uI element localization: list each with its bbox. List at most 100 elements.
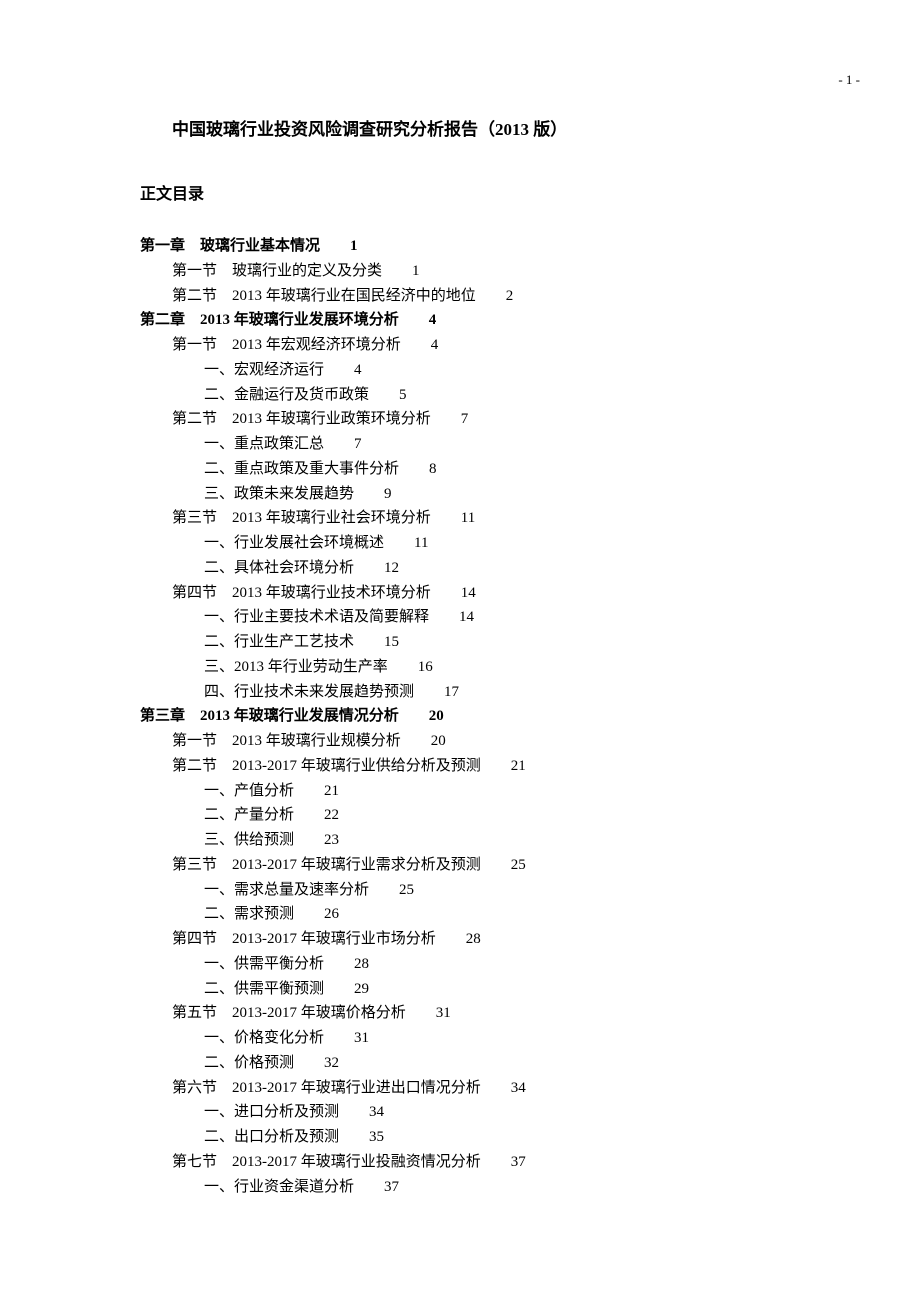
toc-entry-text: 一、进口分析及预测: [204, 1104, 339, 1120]
toc-entry: 第一节 2013 年玻璃行业规模分析 20: [172, 729, 780, 754]
toc-entry-page: 7: [354, 436, 362, 452]
toc-entry-page: 35: [369, 1129, 384, 1145]
toc-entry: 一、重点政策汇总 7: [204, 432, 780, 457]
toc-entry-text: 第四节 2013-2017 年玻璃行业市场分析: [172, 931, 436, 947]
page-number: - 1 -: [838, 72, 860, 88]
toc-gap: [339, 1129, 369, 1145]
toc-gap: [481, 857, 511, 873]
toc-gap: [429, 609, 459, 625]
toc-gap: [324, 956, 354, 972]
toc-gap: [481, 1154, 511, 1170]
toc-entry-page: 4: [431, 337, 439, 353]
toc-gap: [481, 758, 511, 774]
toc-gap: [384, 535, 414, 551]
toc-gap: [369, 882, 399, 898]
toc-entry-text: 三、供给预测: [204, 832, 294, 848]
toc-gap: [354, 486, 384, 502]
toc-entry-text: 二、价格预测: [204, 1055, 294, 1071]
toc-entry-page: 5: [399, 387, 407, 403]
toc-entry-page: 20: [431, 733, 446, 749]
toc-entry: 一、进口分析及预测 34: [204, 1100, 780, 1125]
toc-gap: [382, 263, 412, 279]
toc-entry-page: 25: [399, 882, 414, 898]
toc-entry-text: 第三节 2013 年玻璃行业社会环境分析: [172, 510, 431, 526]
toc-entry-page: 31: [354, 1030, 369, 1046]
toc-entry: 第五节 2013-2017 年玻璃价格分析 31: [172, 1001, 780, 1026]
toc-entry: 二、价格预测 32: [204, 1051, 780, 1076]
toc-entry-page: 25: [511, 857, 526, 873]
toc-entry: 二、金融运行及货币政策 5: [204, 383, 780, 408]
toc-gap: [354, 634, 384, 650]
toc-entry-page: 37: [511, 1154, 526, 1170]
toc-entry-page: 34: [369, 1104, 384, 1120]
toc-entry-page: 1: [350, 238, 358, 254]
toc-entry: 二、供需平衡预测 29: [204, 977, 780, 1002]
toc-entry-page: 32: [324, 1055, 339, 1071]
toc-entry-text: 第二章 2013 年玻璃行业发展环境分析: [140, 312, 399, 328]
toc-entry: 一、供需平衡分析 28: [204, 952, 780, 977]
table-of-contents: 第一章 玻璃行业基本情况 1 第一节 玻璃行业的定义及分类 1 第二节 2013 年…: [140, 234, 780, 1199]
toc-entry-page: 11: [414, 535, 428, 551]
toc-entry-page: 37: [384, 1179, 399, 1195]
toc-entry-text: 一、产值分析: [204, 783, 294, 799]
toc-entry: 二、出口分析及预测 35: [204, 1125, 780, 1150]
toc-entry: 三、2013 年行业劳动生产率 16: [204, 655, 780, 680]
toc-entry: 一、需求总量及速率分析 25: [204, 878, 780, 903]
toc-entry-text: 二、具体社会环境分析: [204, 560, 354, 576]
toc-entry-page: 26: [324, 906, 339, 922]
toc-entry-text: 二、金融运行及货币政策: [204, 387, 369, 403]
toc-entry: 第二节 2013 年玻璃行业政策环境分析 7: [172, 407, 780, 432]
toc-entry-text: 二、出口分析及预测: [204, 1129, 339, 1145]
toc-entry-text: 一、供需平衡分析: [204, 956, 324, 972]
toc-gap: [436, 931, 466, 947]
toc-entry-page: 23: [324, 832, 339, 848]
toc-entry: 第二节 2013 年玻璃行业在国民经济中的地位 2: [172, 284, 780, 309]
toc-gap: [388, 659, 418, 675]
toc-entry-text: 四、行业技术未来发展趋势预测: [204, 684, 414, 700]
toc-entry-text: 一、重点政策汇总: [204, 436, 324, 452]
toc-entry: 第四节 2013 年玻璃行业技术环境分析 14: [172, 581, 780, 606]
toc-entry-text: 一、宏观经济运行: [204, 362, 324, 378]
toc-gap: [324, 1030, 354, 1046]
toc-entry-text: 一、行业主要技术术语及简要解释: [204, 609, 429, 625]
toc-entry-page: 4: [429, 312, 437, 328]
toc-gap: [324, 436, 354, 452]
toc-entry-text: 二、行业生产工艺技术: [204, 634, 354, 650]
toc-entry-page: 8: [429, 461, 437, 477]
toc-gap: [399, 312, 429, 328]
toc-gap: [324, 362, 354, 378]
toc-entry: 三、政策未来发展趋势 9: [204, 482, 780, 507]
toc-entry: 四、行业技术未来发展趋势预测 17: [204, 680, 780, 705]
toc-entry-text: 二、需求预测: [204, 906, 294, 922]
toc-entry-page: 20: [429, 708, 444, 724]
toc-entry-page: 21: [511, 758, 526, 774]
toc-gap: [354, 1179, 384, 1195]
toc-entry-text: 第一节 2013 年宏观经济环境分析: [172, 337, 401, 353]
toc-entry: 第三章 2013 年玻璃行业发展情况分析 20: [140, 704, 780, 729]
toc-entry-page: 14: [461, 585, 476, 601]
toc-gap: [431, 585, 461, 601]
toc-entry-text: 一、需求总量及速率分析: [204, 882, 369, 898]
toc-entry: 三、供给预测 23: [204, 828, 780, 853]
toc-gap: [476, 288, 506, 304]
toc-entry-page: 16: [418, 659, 433, 675]
toc-entry-text: 第三节 2013-2017 年玻璃行业需求分析及预测: [172, 857, 481, 873]
toc-entry-text: 第一节 玻璃行业的定义及分类: [172, 263, 382, 279]
toc-gap: [294, 906, 324, 922]
toc-entry-text: 第三章 2013 年玻璃行业发展情况分析: [140, 708, 399, 724]
toc-entry-page: 12: [384, 560, 399, 576]
toc-entry-text: 一、价格变化分析: [204, 1030, 324, 1046]
toc-gap: [401, 733, 431, 749]
toc-entry-text: 三、政策未来发展趋势: [204, 486, 354, 502]
toc-entry-text: 二、供需平衡预测: [204, 981, 324, 997]
toc-entry-text: 第六节 2013-2017 年玻璃行业进出口情况分析: [172, 1080, 481, 1096]
toc-entry: 一、行业资金渠道分析 37: [204, 1175, 780, 1200]
toc-entry-page: 34: [511, 1080, 526, 1096]
document-content: 中国玻璃行业投资风险调查研究分析报告（2013 版） 正文目录 第一章 玻璃行业…: [0, 0, 920, 1199]
toc-entry-text: 第四节 2013 年玻璃行业技术环境分析: [172, 585, 431, 601]
toc-entry-page: 1: [412, 263, 420, 279]
toc-entry-page: 15: [384, 634, 399, 650]
toc-entry-text: 第一章 玻璃行业基本情况: [140, 238, 320, 254]
toc-entry-page: 4: [354, 362, 362, 378]
document-title: 中国玻璃行业投资风险调查研究分析报告（2013 版）: [172, 115, 780, 140]
